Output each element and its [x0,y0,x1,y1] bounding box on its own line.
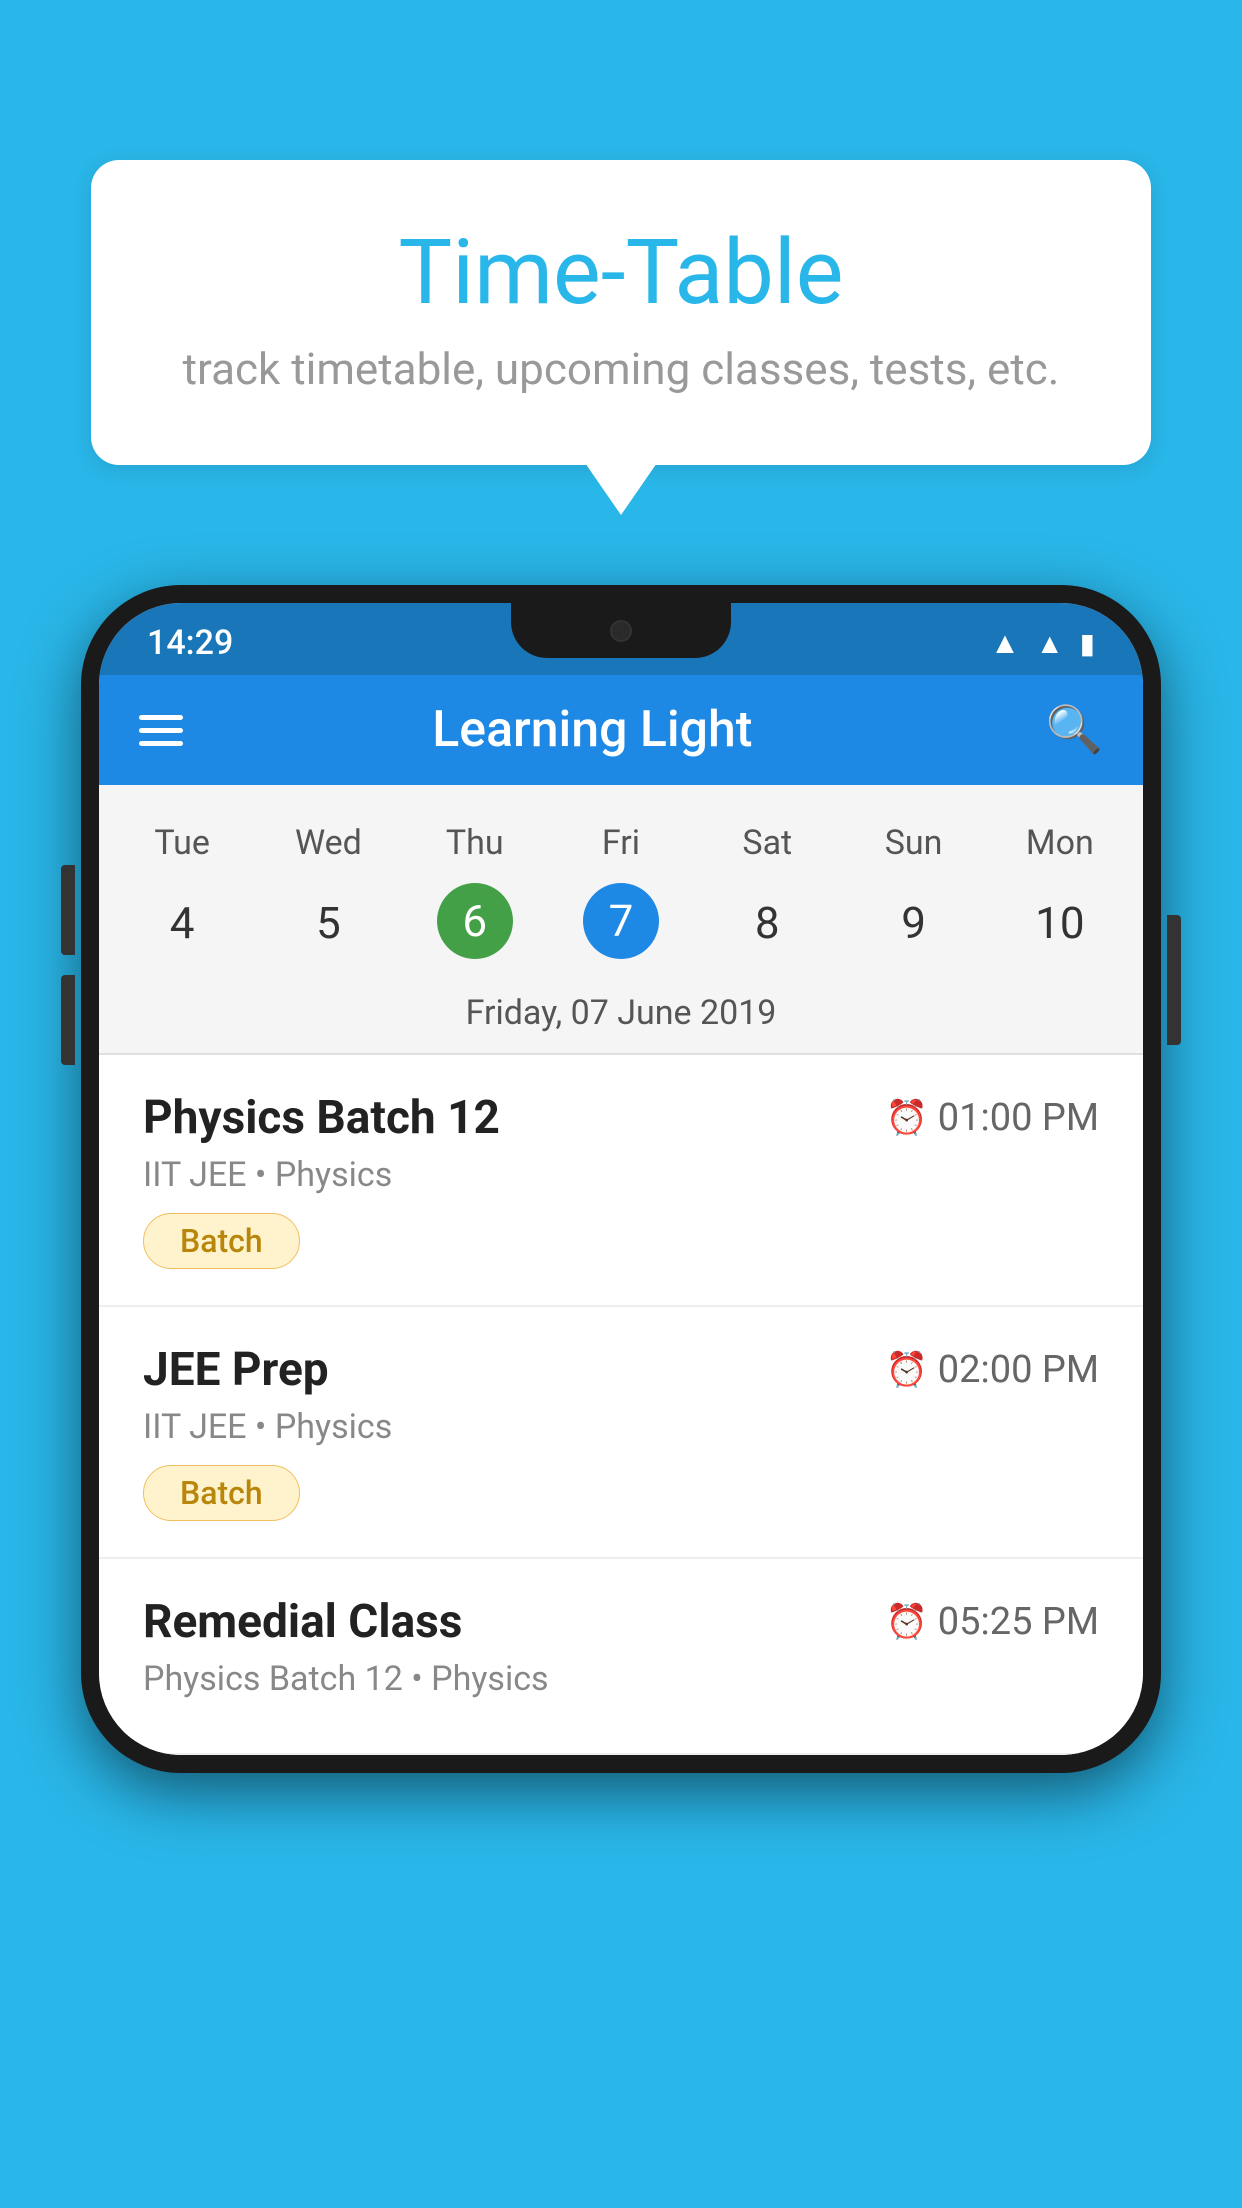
day-10[interactable]: 10 [987,883,1133,963]
day-name-mon[interactable]: Mon [987,813,1133,873]
day-numbers-row: 4 5 6 7 8 9 10 [99,873,1143,983]
notch [511,603,731,658]
bubble-subtitle: track timetable, upcoming classes, tests… [171,343,1071,395]
status-icons: ▲ ▲ ▮ [990,626,1095,661]
clock-icon-3: ⏰ [885,1602,927,1642]
day-5[interactable]: 5 [255,883,401,963]
day-4[interactable]: 4 [109,883,255,963]
day-7-selected[interactable]: 7 [583,883,659,959]
schedule-item-header-3: Remedial Class ⏰ 05:25 PM [143,1595,1099,1649]
bubble-title: Time-Table [171,220,1071,325]
schedule-time-label-3: 05:25 PM [938,1600,1099,1644]
day-8[interactable]: 8 [694,883,840,963]
speech-bubble: Time-Table track timetable, upcoming cla… [91,160,1151,465]
calendar: Tue Wed Thu Fri Sat Sun Mon 4 5 6 7 8 9 … [99,785,1143,1053]
vol-down-button [61,975,75,1065]
schedule-time-1: ⏰ 01:00 PM [885,1096,1099,1140]
schedule-time-label-1: 01:00 PM [938,1096,1099,1140]
clock-icon-1: ⏰ [885,1098,927,1138]
signal-icon: ▲ [1036,627,1064,660]
menu-icon[interactable] [139,715,183,746]
schedule-item-3[interactable]: Remedial Class ⏰ 05:25 PM Physics Batch … [99,1559,1143,1755]
app-header: Learning Light 🔍 [99,675,1143,785]
schedule-time-2: ⏰ 02:00 PM [885,1348,1099,1392]
day-name-sun[interactable]: Sun [840,813,986,873]
day-name-thu[interactable]: Thu [402,813,548,873]
app-title: Learning Light [183,701,1002,759]
schedule-title-3: Remedial Class [143,1595,462,1649]
schedule-time-3: ⏰ 05:25 PM [885,1600,1099,1644]
power-button [1167,915,1181,1045]
schedule-time-label-2: 02:00 PM [938,1348,1099,1392]
day-name-tue[interactable]: Tue [109,813,255,873]
schedule-item-1[interactable]: Physics Batch 12 ⏰ 01:00 PM IIT JEE • Ph… [99,1055,1143,1307]
day-name-wed[interactable]: Wed [255,813,401,873]
schedule-subtitle-1: IIT JEE • Physics [143,1155,1099,1195]
status-time: 14:29 [147,623,233,663]
day-names-row: Tue Wed Thu Fri Sat Sun Mon [99,813,1143,873]
phone-wrapper: 14:29 ▲ ▲ ▮ Learning Light 🔍 [81,585,1161,1773]
search-icon[interactable]: 🔍 [1046,703,1103,757]
schedule-item-2[interactable]: JEE Prep ⏰ 02:00 PM IIT JEE • Physics Ba… [99,1307,1143,1559]
camera [610,620,632,642]
phone-outer: 14:29 ▲ ▲ ▮ Learning Light 🔍 [81,585,1161,1773]
battery-icon: ▮ [1080,627,1095,660]
schedule-item-header-1: Physics Batch 12 ⏰ 01:00 PM [143,1091,1099,1145]
schedule-item-header-2: JEE Prep ⏰ 02:00 PM [143,1343,1099,1397]
clock-icon-2: ⏰ [885,1350,927,1390]
schedule-list: Physics Batch 12 ⏰ 01:00 PM IIT JEE • Ph… [99,1055,1143,1755]
schedule-subtitle-2: IIT JEE • Physics [143,1407,1099,1447]
vol-up-button [61,865,75,955]
wifi-icon: ▲ [990,626,1020,661]
schedule-title-2: JEE Prep [143,1343,329,1397]
batch-tag-1[interactable]: Batch [143,1213,300,1269]
day-6-today[interactable]: 6 [437,883,513,959]
schedule-subtitle-3: Physics Batch 12 • Physics [143,1659,1099,1699]
day-9[interactable]: 9 [840,883,986,963]
day-name-fri[interactable]: Fri [548,813,694,873]
phone-screen: 14:29 ▲ ▲ ▮ Learning Light 🔍 [99,603,1143,1755]
day-name-sat[interactable]: Sat [694,813,840,873]
schedule-title-1: Physics Batch 12 [143,1091,500,1145]
selected-date-label: Friday, 07 June 2019 [99,983,1143,1053]
batch-tag-2[interactable]: Batch [143,1465,300,1521]
